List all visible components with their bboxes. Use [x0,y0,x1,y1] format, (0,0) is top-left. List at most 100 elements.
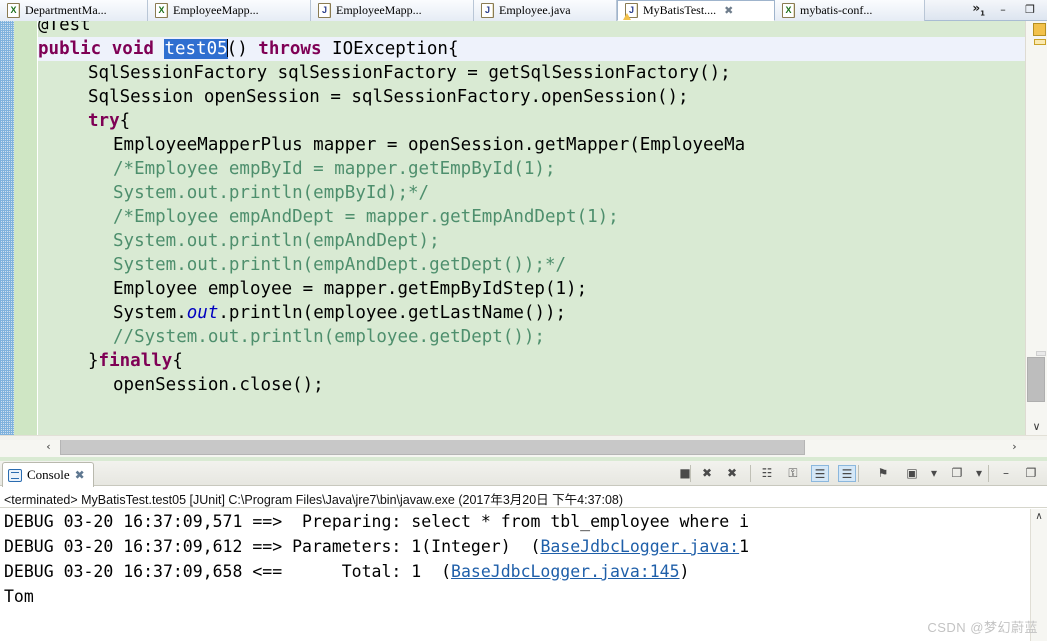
code-token: openSession.close(); [113,375,324,395]
code-line-2: SqlSessionFactory sqlSessionFactory = ge… [38,61,731,85]
code-token: SqlSessionFactory sqlSessionFactory = ge… [88,63,731,83]
pin-console-icon[interactable]: ⚑ [874,465,892,482]
editor-tab-0[interactable]: X DepartmentMa... [0,0,148,21]
editor-vertical-scrollbar[interactable]: ∧ ∨ [1025,21,1047,435]
code-token: .println(employee.getLastName()); [218,303,567,323]
console-output-line-1: DEBUG 03-20 16:37:09,612 ==> Parameters:… [4,534,749,559]
display-selected-dropdown-icon[interactable]: ▾ [925,465,943,482]
console-text: ) [679,562,690,581]
remove-all-terminated-icon[interactable]: ✖ [723,465,741,482]
console-output-line-0: DEBUG 03-20 16:37:09,571 ==> Preparing: … [4,509,749,534]
toolbar-separator-1 [750,465,751,482]
xml-file-icon: X [155,3,168,18]
code-line-12: System.out.println(employee.getLastName(… [38,301,566,325]
editor-tab-5[interactable]: Xmybatis-conf... [775,0,925,21]
close-icon[interactable]: ✖ [724,5,733,16]
console-tab-row: Console ✖ ■ ✖ ✖ ☷ ⚿ ☰ ☰ ⚑ ▣ ▾ ❐ ▾ – ❐ [0,461,1047,487]
console-icon [8,468,22,482]
code-token: try [88,111,120,131]
editor-scroll-thumb[interactable] [1027,357,1045,402]
remove-launch-icon[interactable]: ✖ [698,465,716,482]
java-file-icon: J [481,3,494,18]
editor-tab-label: Employee.java [499,3,571,17]
console-text: i [739,512,750,531]
editor-tab-1[interactable]: X EmployeeMapp... [148,0,311,21]
open-console-icon[interactable]: ❐ [948,465,966,482]
code-text-area[interactable]: @Test public void test05() throws IOExcep… [38,21,1025,435]
code-token: EmployeeMapperPlus mapper = openSession.… [113,135,746,155]
chevron-double-right-icon: » [972,1,981,15]
annotation-ruler [0,21,14,435]
overview-marker-icon[interactable] [1033,23,1046,36]
code-token: void [111,39,165,59]
code-token: System.out.println(empById);*/ [113,183,430,203]
code-line-3: SqlSession openSession = sqlSessionFacto… [38,85,689,109]
maximize-view-icon[interactable]: ❐ [1022,465,1040,482]
code-token: SqlSession openSession = sqlSessionFacto… [88,87,689,107]
editor-tab-3[interactable]: J Employee.java [474,0,617,21]
console-output-line-2: DEBUG 03-20 16:37:09,658 <== Total: 1 (B… [4,559,689,584]
folding-ruler[interactable] [14,21,38,435]
minimize-view-button[interactable]: – [995,3,1011,17]
code-token: () [226,39,259,59]
java-code-editor[interactable]: @Test public void test05() throws IOExcep… [0,21,1047,461]
code-token: { [172,351,183,371]
code-token: throws [258,39,333,59]
editor-tab-label: MyBatisTest.... [643,3,717,17]
code-token: finally [98,351,173,371]
code-token: System.out.println(empAndDept); [113,231,440,251]
scroll-lock-icon[interactable]: ⚿ [784,465,802,482]
editor-tab-label: EmployeeMapp... [173,3,259,17]
code-token: /*Employee empById = mapper.getEmpById(1… [113,159,556,179]
eclipse-ide-window: X DepartmentMa... X EmployeeMapp... J Employe… [0,0,1047,641]
minimize-view-icon[interactable]: – [997,465,1015,482]
code-token: @Test [38,21,91,35]
terminate-icon[interactable]: ■ [676,465,694,482]
editor-tab-label: mybatis-conf... [800,3,873,17]
code-token: } [88,351,99,371]
editor-tab-label: EmployeeMapp... [336,3,422,17]
editor-bottom-spacer [0,436,1047,440]
code-token: Employee employee = mapper.getEmpByIdSte… [113,279,588,299]
close-icon[interactable]: ✖ [75,468,85,482]
overview-warning-mark[interactable] [1034,39,1046,45]
code-line-8: /*Employee empAndDept = mapper.getEmpAnd… [38,205,619,229]
console-text: DEBUG 03-20 16:37:09,612 ==> Parameters:… [4,537,541,556]
code-line-7: System.out.println(empById);*/ [38,181,429,205]
console-text: 1 [739,537,750,556]
java-file-warning-icon: J [623,3,638,20]
show-console-on-error-icon[interactable]: ☰ [838,465,856,482]
code-token: public [38,39,112,59]
tab-console[interactable]: Console ✖ [2,462,94,487]
console-output-line-3: Tom [4,584,34,609]
restore-view-button[interactable]: ❐ [1022,3,1038,17]
code-line-14: }finally{ [38,349,183,373]
open-console-dropdown-icon[interactable]: ▾ [970,465,988,482]
overview-occurrence-mark[interactable] [1036,351,1046,356]
more-tabs-chevron-icon[interactable]: »1 [972,1,985,17]
editor-hscroll-thumb[interactable] [60,438,805,455]
scroll-down-arrow-icon[interactable]: ∨ [1026,418,1047,435]
display-selected-console-icon[interactable]: ▣ [903,465,921,482]
java-file-icon: J [318,3,331,18]
editor-tab-2[interactable]: J EmployeeMapp... [311,0,474,21]
warning-icon [623,13,631,20]
editor-tab-4[interactable]: J MyBatisTest.... ✖ [617,0,775,21]
code-token: out [186,303,219,323]
show-console-on-output-icon[interactable]: ☰ [811,465,829,482]
console-text: Tom [4,587,34,606]
stacktrace-link[interactable]: BaseJdbcLogger.java: [540,537,739,556]
editor-tab-label: DepartmentMa... [25,3,107,17]
xml-file-icon: X [7,3,20,18]
hidden-tab-count: 1 [980,9,985,18]
clear-console-icon[interactable]: ☷ [758,465,776,482]
toolbar-separator-3 [988,465,989,482]
code-line-15: openSession.close(); [38,373,324,397]
console-output-text[interactable]: DEBUG 03-20 16:37:09,571 ==> Preparing: … [0,509,1030,641]
stacktrace-link[interactable]: BaseJdbcLogger.java:145 [451,562,679,581]
code-token: IOException{ [332,39,459,59]
console-text: DEBUG 03-20 16:37:09,571 ==> Preparing: … [4,512,740,531]
console-view: Console ✖ ■ ✖ ✖ ☷ ⚿ ☰ ☰ ⚑ ▣ ▾ ❐ ▾ – ❐ <terminated> My… [0,461,1047,641]
scroll-up-arrow-icon[interactable]: ∧ [1031,509,1047,524]
terminated-process-label: <terminated> MyBatisTest.test05 [JUnit] … [4,493,624,507]
